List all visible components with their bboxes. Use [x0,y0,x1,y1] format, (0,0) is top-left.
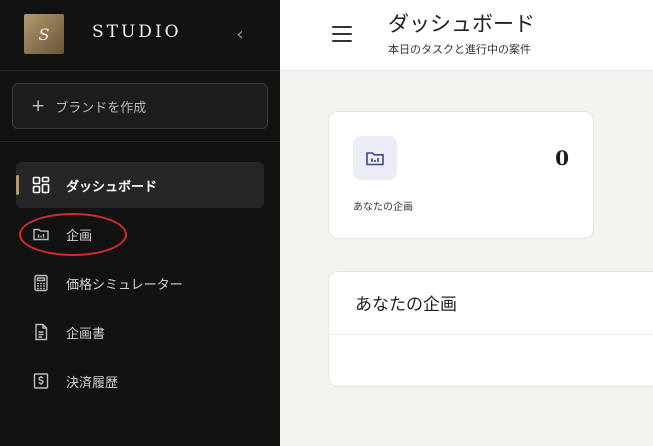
grid-icon [32,176,50,194]
brand-logo[interactable]: S [24,14,64,54]
sidebar-item-label: 企画 [66,228,93,244]
create-brand-label: ブランドを作成 [55,100,147,116]
brand-header: S STUDIO ‹ [0,0,280,71]
calculator-icon [32,274,50,292]
page-subtitle: 本日のタスクと進行中の案件 [388,43,531,56]
plus-icon: + [31,95,46,116]
receipt-dollar-icon [32,372,50,390]
stat-value: 0 [555,146,569,170]
chevron-left-icon[interactable]: ‹ [232,20,248,48]
sidebar-item-label: 決済履歴 [66,375,119,391]
sidebar: S STUDIO ‹ + ブランドを作成 ダッシュボード 企画 価格シミュレータ… [0,0,280,446]
page-title: ダッシュボード [388,12,535,36]
sidebar-item-label: 価格シミュレーター [66,277,183,293]
stat-label: あなたの企画 [353,202,413,213]
projects-panel: あなたの企画 [328,271,653,387]
sidebar-item-proposal[interactable]: 企画書 [16,309,264,355]
sidebar-item-label: 企画書 [66,326,106,342]
sidebar-item-dashboard[interactable]: ダッシュボード [16,162,264,208]
brand-name: STUDIO [92,22,182,42]
panel-title: あなたの企画 [355,295,457,315]
folder-chart-icon [32,225,50,243]
folder-chart-icon [353,136,397,180]
top-bar: ダッシュボード 本日のタスクと進行中の案件 [280,0,653,71]
create-brand-button[interactable]: + ブランドを作成 [12,83,268,129]
sidebar-item-label: ダッシュボード [66,179,158,195]
create-brand-area: + ブランドを作成 [0,71,280,142]
hamburger-icon[interactable] [332,26,352,42]
projects-stat-card[interactable]: 0 あなたの企画 [328,111,594,239]
sidebar-item-price-simulator[interactable]: 価格シミュレーター [16,260,264,306]
divider [329,334,653,335]
document-icon [32,323,50,341]
sidebar-item-payment-history[interactable]: 決済履歴 [16,358,264,404]
main-content: ダッシュボード 本日のタスクと進行中の案件 0 あなたの企画 あなたの企画 [280,0,653,446]
sidebar-item-projects[interactable]: 企画 [16,211,264,257]
